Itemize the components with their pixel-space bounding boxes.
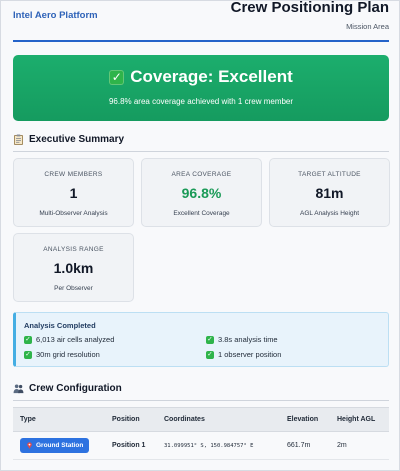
analysis-item-text: 6,013 air cells analyzed [36, 335, 115, 344]
metric-card-target-altitude: TARGET ALTITUDE 81m AGL Analysis Height [269, 158, 390, 227]
analysis-completed-panel: Analysis Completed ✓ 6,013 air cells ana… [13, 312, 389, 367]
analysis-item: ✓ 3.8s analysis time [206, 335, 278, 344]
coordinates-cell: 31.099951° S, 150.984757° E [164, 443, 254, 449]
check-mark-icon: ✓ [109, 69, 125, 85]
analysis-item-text: 1 observer position [218, 350, 282, 359]
metric-value: 81m [315, 185, 344, 201]
metric-label: AREA COVERAGE [171, 171, 232, 178]
analysis-title: Analysis Completed [24, 321, 96, 330]
analysis-item: ✓ 6,013 air cells analyzed [24, 335, 114, 344]
people-icon [13, 384, 24, 394]
executive-summary-heading: Executive Summary [13, 134, 389, 145]
coverage-title-row: ✓ Coverage: Excellent [13, 67, 389, 87]
metric-label: TARGET ALTITUDE [298, 171, 361, 178]
executive-summary-title: Executive Summary [29, 134, 125, 145]
metric-card-area-coverage: AREA COVERAGE 96.8% Excellent Coverage [141, 158, 262, 227]
section-divider [13, 400, 389, 401]
page-title: Crew Positioning Plan [230, 1, 389, 16]
analysis-item-text: 30m grid resolution [36, 350, 100, 359]
height-agl-cell: 2m [337, 442, 347, 449]
metric-value: 1 [69, 185, 78, 201]
metric-caption: Multi-Observer Analysis [39, 210, 108, 217]
analysis-item-text: 3.8s analysis time [218, 335, 278, 344]
column-header-coordinates: Coordinates [164, 416, 205, 423]
metric-label: CREW MEMBERS [44, 171, 103, 178]
elevation-cell: 661.7m [287, 442, 311, 449]
table-row: Ground Station Position 1 31.099951° S, … [13, 432, 389, 460]
type-badge: Ground Station [20, 438, 90, 453]
position-cell: Position 1 [112, 442, 146, 449]
check-mark-icon: ✓ [24, 350, 32, 359]
column-header-elevation: Elevation [287, 416, 319, 423]
column-header-height-agl: Height AGL [337, 416, 376, 423]
column-header-type: Type [20, 416, 36, 423]
coverage-title: Coverage: Excellent [130, 67, 293, 86]
pin-icon [27, 442, 32, 449]
crew-table-header: Type Position Coordinates Elevation Heig… [13, 407, 389, 432]
metric-card-crew-members: CREW MEMBERS 1 Multi-Observer Analysis [13, 158, 134, 227]
metric-value: 1.0km [53, 260, 94, 276]
check-mark-icon: ✓ [206, 335, 214, 344]
metric-caption: Excellent Coverage [173, 210, 230, 217]
section-divider [13, 151, 389, 152]
metric-caption: AGL Analysis Height [299, 210, 359, 217]
type-badge-label: Ground Station [36, 442, 84, 449]
coverage-banner: ✓ Coverage: Excellent 96.8% area coverag… [13, 55, 389, 121]
analysis-item: ✓ 30m grid resolution [24, 350, 100, 359]
header-divider [13, 40, 389, 42]
metric-label: ANALYSIS RANGE [43, 246, 104, 253]
check-mark-icon: ✓ [206, 350, 214, 359]
report-header: Intel Aero Platform Crew Positioning Pla… [13, 1, 389, 41]
coverage-subtitle: 96.8% area coverage achieved with 1 crew… [108, 97, 294, 106]
clipboard-icon [14, 134, 23, 145]
metric-caption: Per Observer [54, 285, 93, 292]
page-subtitle: Mission Area [346, 22, 389, 31]
metric-card-analysis-range: ANALYSIS RANGE 1.0km Per Observer [13, 233, 134, 302]
analysis-item: ✓ 1 observer position [206, 350, 281, 359]
column-header-position: Position [112, 416, 140, 423]
metric-value: 96.8% [181, 185, 222, 201]
brand-name: Intel Aero Platform [13, 10, 98, 21]
crew-configuration-title: Crew Configuration [29, 383, 122, 394]
check-mark-icon: ✓ [24, 335, 32, 344]
crew-configuration-heading: Crew Configuration [13, 383, 389, 394]
report-page: Intel Aero Platform Crew Positioning Pla… [1, 1, 400, 471]
